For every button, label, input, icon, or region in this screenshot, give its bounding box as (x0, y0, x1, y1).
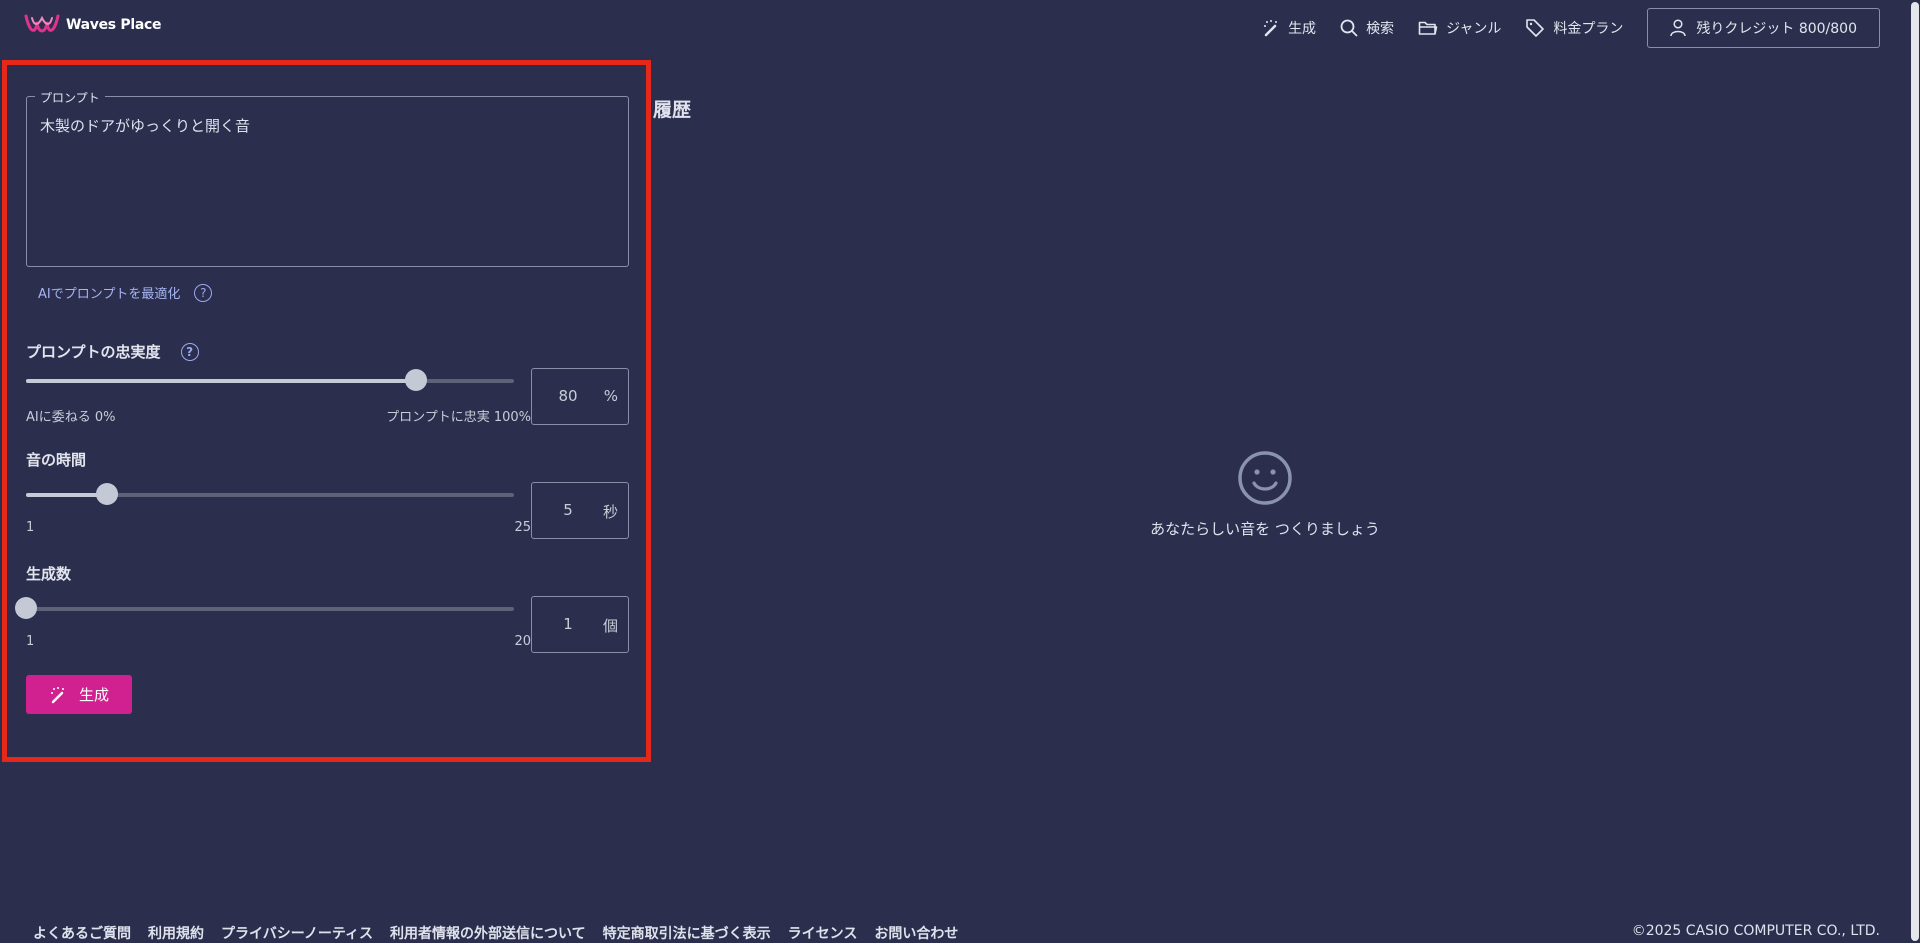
fidelity-unit: % (603, 387, 618, 405)
help-icon[interactable]: ? (194, 283, 213, 302)
duration-value-input[interactable]: 5 秒 (531, 482, 629, 539)
fidelity-min-label: AIに委ねる 0% (26, 410, 116, 425)
logo-icon (24, 14, 60, 33)
duration-label: 音の時間 (26, 451, 87, 469)
nav-pricing[interactable]: 料金プラン (1525, 18, 1623, 38)
empty-message: あなたらしい音を つくりましょう (1150, 520, 1380, 538)
help-icon[interactable]: ? (180, 342, 199, 361)
user-icon (1670, 19, 1687, 37)
fidelity-value-input[interactable]: 80 % (531, 368, 629, 425)
search-icon (1340, 19, 1358, 37)
count-label: 生成数 (26, 565, 72, 583)
credit-button[interactable]: 残りクレジット 800/800 (1647, 8, 1880, 48)
fidelity-slider[interactable] (26, 369, 514, 391)
count-label-row: 生成数 (26, 563, 71, 584)
top-header: Waves Place 生成 検索 ジャンル 料金プラン 残りクレジット 800… (0, 0, 1920, 54)
smiley-icon (1238, 451, 1292, 505)
history-empty-state: あなたらしい音を つくりましょう (1145, 450, 1385, 539)
logo-text: Waves Place (66, 17, 162, 33)
scrollbar[interactable] (1910, 0, 1920, 943)
tag-icon (1526, 19, 1545, 37)
fidelity-slider-thumb[interactable] (405, 369, 428, 391)
footer-link-terms[interactable]: 利用規約 (148, 923, 204, 943)
prompt-value: 木製のドアがゆっくりと開く音 (40, 117, 251, 135)
history-title: 履歴 (653, 99, 692, 121)
duration-label-row: 音の時間 (26, 449, 86, 470)
scrollbar-thumb[interactable] (1911, 2, 1919, 941)
count-value: 1 (563, 615, 573, 633)
folder-icon (1418, 21, 1438, 35)
magic-wand-icon (50, 686, 64, 703)
count-max-label: 20 (514, 634, 531, 649)
duration-slider[interactable] (26, 483, 514, 505)
footer-links: よくあるご質問 利用規約 プライバシーノーティス 利用者情報の外部送信について … (33, 923, 958, 943)
optimize-prompt-link[interactable]: AIでプロンプトを最適化 (38, 283, 180, 302)
count-slider[interactable] (15, 597, 514, 619)
duration-unit: 秒 (602, 503, 618, 521)
duration-min-label: 1 (26, 520, 35, 535)
fidelity-label-row: プロンプトの忠実度 ? (26, 341, 199, 362)
footer-link-external-transmission[interactable]: 利用者情報の外部送信について (390, 923, 586, 943)
credit-label: 残りクレジット 800/800 (1696, 21, 1857, 37)
nav-genre-label: ジャンル (1446, 21, 1502, 37)
nav-pricing-label: 料金プラン (1553, 21, 1624, 37)
nav-genre[interactable]: ジャンル (1418, 18, 1501, 38)
generate-button-label: 生成 (78, 686, 109, 704)
generate-button[interactable]: 生成 (26, 675, 132, 714)
footer-link-faq[interactable]: よくあるご質問 (33, 923, 131, 943)
duration-slider-thumb[interactable] (96, 483, 119, 505)
fidelity-max-label: プロンプトに忠実 100% (386, 410, 531, 425)
prompt-label: プロンプト (35, 89, 105, 106)
generation-form: プロンプト 木製のドアがゆっくりと開く音 AIでプロンプトを最適化 ? プロンプ… (15, 65, 646, 757)
footer: よくあるご質問 利用規約 プライバシーノーティス 利用者情報の外部送信について … (0, 917, 1920, 943)
footer-link-contact[interactable]: お問い合わせ (874, 923, 958, 943)
nav-search-label: 検索 (1366, 21, 1395, 37)
duration-value: 5 (563, 501, 573, 519)
duration-slider-fill (26, 493, 108, 497)
prompt-textarea[interactable]: プロンプト 木製のドアがゆっくりと開く音 (26, 89, 629, 267)
main-nav: 生成 検索 ジャンル 料金プラン 残りクレジット 800/800 (1262, 8, 1880, 48)
footer-link-privacy[interactable]: プライバシーノーティス (221, 923, 373, 943)
copyright: ©2025 CASIO COMPUTER CO., LTD. (1631, 923, 1880, 939)
fidelity-label: プロンプトの忠実度 (26, 343, 161, 361)
footer-link-license[interactable]: ライセンス (788, 923, 858, 943)
fidelity-value: 80 (558, 387, 578, 405)
optimize-row: AIでプロンプトを最適化 ? (38, 283, 213, 302)
magic-wand-icon (1264, 20, 1278, 37)
count-min-label: 1 (26, 634, 35, 649)
footer-link-commercial-law[interactable]: 特定商取引法に基づく表示 (603, 923, 771, 943)
nav-search[interactable]: 検索 (1340, 18, 1394, 38)
fidelity-slider-fill (26, 379, 417, 383)
logo[interactable]: Waves Place (24, 12, 162, 38)
duration-max-label: 25 (514, 520, 531, 535)
generation-form-panel: プロンプト 木製のドアがゆっくりと開く音 AIでプロンプトを最適化 ? プロンプ… (2, 60, 651, 762)
nav-generate[interactable]: 生成 (1262, 18, 1316, 38)
count-value-input[interactable]: 1 個 (531, 596, 629, 653)
count-slider-thumb[interactable] (15, 597, 37, 619)
nav-generate-label: 生成 (1288, 21, 1317, 37)
count-unit: 個 (602, 617, 618, 635)
